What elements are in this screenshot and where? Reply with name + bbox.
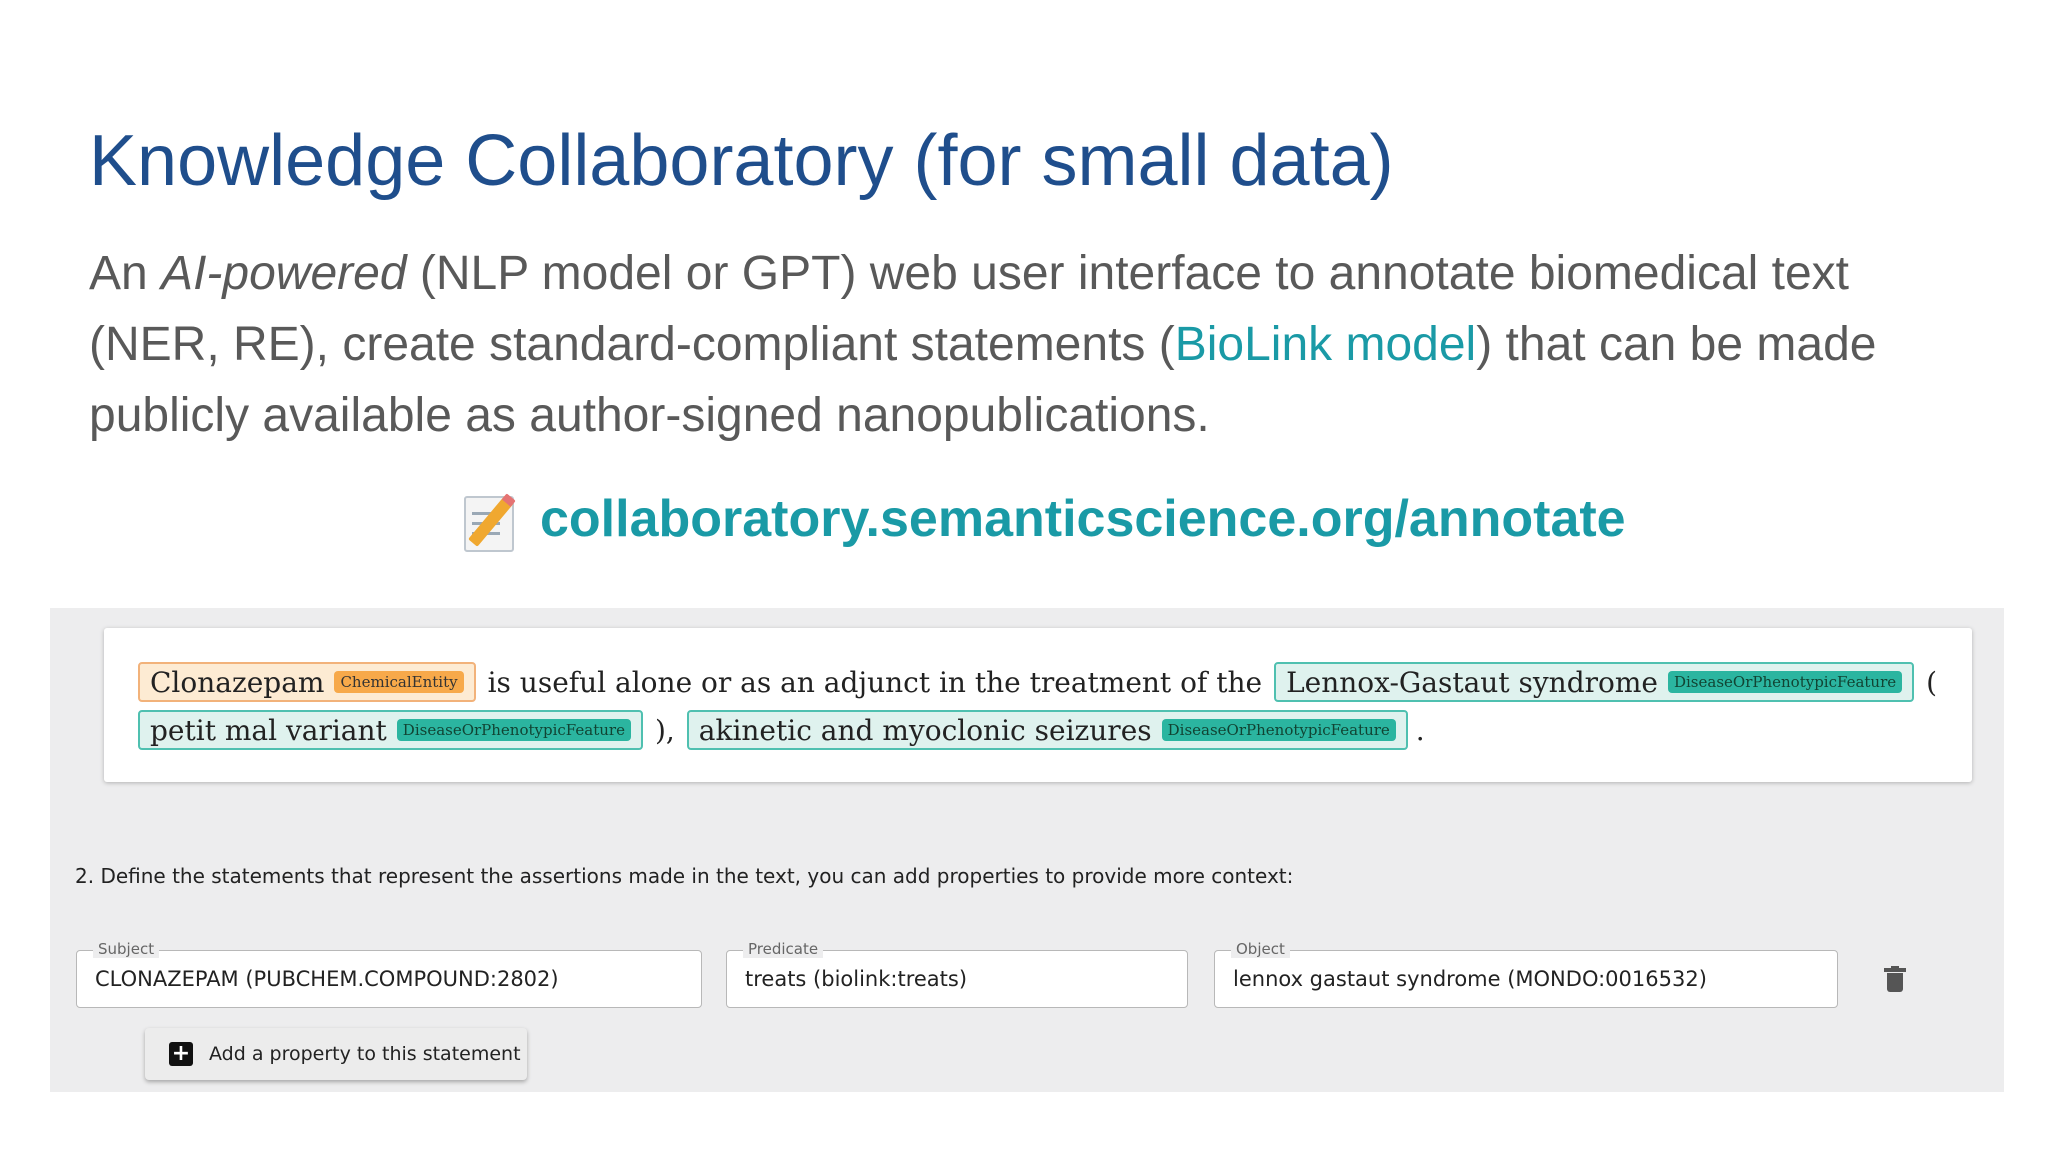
annotated-text-card: Clonazepam ChemicalEntity is useful alon… [104, 628, 1972, 782]
app-screenshot: Clonazepam ChemicalEntity is useful alon… [50, 608, 2004, 1092]
annotate-url-line: collaboratory.semanticscience.org/annota… [460, 488, 1626, 552]
entity-akinetic-seizures[interactable]: akinetic and myoclonic seizures DiseaseO… [686, 710, 1408, 750]
entity-type-tag: DiseaseOrPhenotypicFeature [1667, 671, 1903, 693]
entity-type-tag: ChemicalEntity [334, 671, 464, 693]
text-segment: is useful alone or as an adjunct in the … [487, 665, 1263, 699]
slide-description: An AI-powered (NLP model or GPT) web use… [89, 238, 1989, 451]
add-property-button[interactable]: + Add a property to this statement [145, 1028, 527, 1080]
description-emphasis: AI-powered [161, 247, 407, 300]
slide-title: Knowledge Collaboratory (for small data) [89, 121, 1394, 201]
text-segment: . [1415, 713, 1425, 747]
entity-text: petit mal variant [150, 713, 387, 747]
annotate-url[interactable]: collaboratory.semanticscience.org/annota… [540, 489, 1626, 549]
text-segment: ), [654, 713, 675, 747]
object-field[interactable]: Object [1214, 940, 1838, 1008]
description-part-1: An [89, 247, 162, 300]
subject-input[interactable] [95, 951, 689, 1007]
add-property-label: Add a property to this statement [209, 1043, 521, 1065]
statements-instruction: 2. Define the statements that represent … [75, 864, 1294, 888]
entity-clonazepam[interactable]: Clonazepam ChemicalEntity [138, 662, 476, 702]
object-input[interactable] [1233, 951, 1825, 1007]
subject-field[interactable]: Subject [76, 940, 702, 1008]
text-segment: ( [1926, 665, 1938, 699]
add-box-icon: + [169, 1042, 193, 1066]
entity-text: Lennox-Gastaut syndrome [1286, 665, 1658, 699]
entity-type-tag: DiseaseOrPhenotypicFeature [396, 719, 631, 741]
entity-text: Clonazepam [150, 665, 325, 699]
entity-text: akinetic and myoclonic seizures [698, 713, 1152, 747]
predicate-input[interactable] [745, 951, 1175, 1007]
biolink-model-link[interactable]: BioLink model [1175, 318, 1477, 371]
annotated-text-line-2: petit mal variant DiseaseOrPhenotypicFea… [138, 710, 1437, 750]
annotated-text-line-1: Clonazepam ChemicalEntity is useful alon… [138, 662, 1949, 702]
memo-icon [460, 488, 524, 552]
entity-lennox-gastaut[interactable]: Lennox-Gastaut syndrome DiseaseOrPhenoty… [1274, 662, 1915, 702]
trash-icon[interactable] [1884, 966, 1906, 992]
entity-type-tag: DiseaseOrPhenotypicFeature [1161, 719, 1396, 741]
entity-petit-mal[interactable]: petit mal variant DiseaseOrPhenotypicFea… [138, 710, 643, 750]
predicate-field[interactable]: Predicate [726, 940, 1188, 1008]
